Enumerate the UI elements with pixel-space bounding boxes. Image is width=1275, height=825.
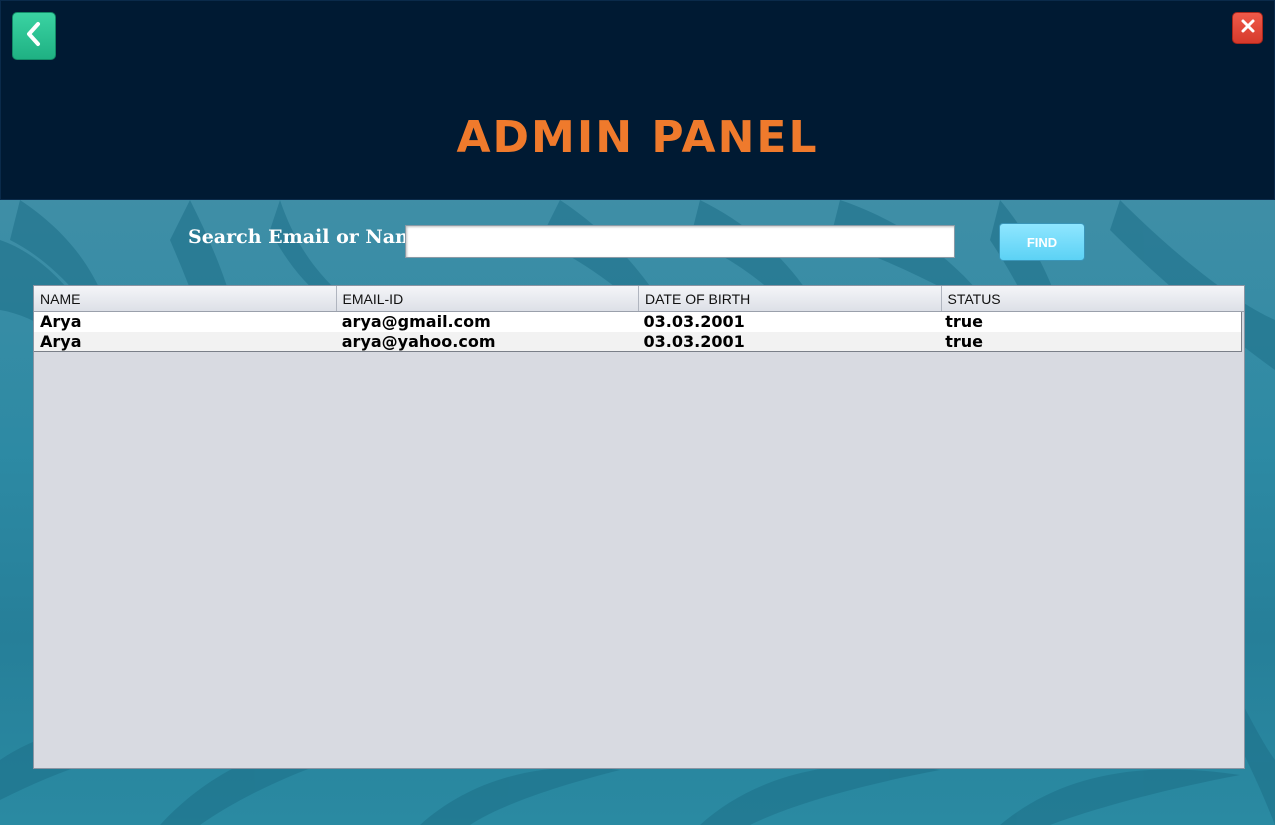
chevron-left-icon bbox=[25, 21, 43, 51]
page-title: ADMIN PANEL bbox=[456, 112, 819, 163]
table-header: NAME EMAIL-ID DATE OF BIRTH STATUS bbox=[34, 286, 1244, 312]
users-table[interactable]: NAME EMAIL-ID DATE OF BIRTH STATUS Arya … bbox=[33, 285, 1245, 769]
column-header-email[interactable]: EMAIL-ID bbox=[337, 286, 639, 311]
close-button[interactable] bbox=[1232, 12, 1263, 44]
cell-email: arya@yahoo.com bbox=[341, 332, 496, 351]
column-header-dob[interactable]: DATE OF BIRTH bbox=[639, 286, 942, 311]
search-label: Search Email or Name bbox=[188, 226, 428, 248]
table-row[interactable]: Arya arya@yahoo.com 03.03.2001 true bbox=[34, 332, 1242, 352]
cell-email: arya@gmail.com bbox=[341, 312, 491, 331]
close-icon bbox=[1240, 18, 1256, 38]
search-input[interactable] bbox=[405, 225, 955, 258]
back-button[interactable] bbox=[12, 12, 56, 60]
cell-name: Arya bbox=[40, 332, 82, 351]
table-body: Arya arya@gmail.com 03.03.2001 true Arya… bbox=[34, 312, 1244, 352]
table-row[interactable]: Arya arya@gmail.com 03.03.2001 true bbox=[34, 312, 1242, 332]
cell-dob: 03.03.2001 bbox=[643, 312, 745, 331]
find-button[interactable]: FIND bbox=[999, 223, 1085, 261]
cell-status: true bbox=[945, 332, 984, 351]
column-header-status[interactable]: STATUS bbox=[942, 286, 1245, 311]
cell-dob: 03.03.2001 bbox=[643, 332, 745, 351]
header-bar: ADMIN PANEL bbox=[0, 0, 1275, 200]
column-header-name[interactable]: NAME bbox=[34, 286, 337, 311]
cell-name: Arya bbox=[40, 312, 82, 331]
cell-status: true bbox=[945, 312, 984, 331]
